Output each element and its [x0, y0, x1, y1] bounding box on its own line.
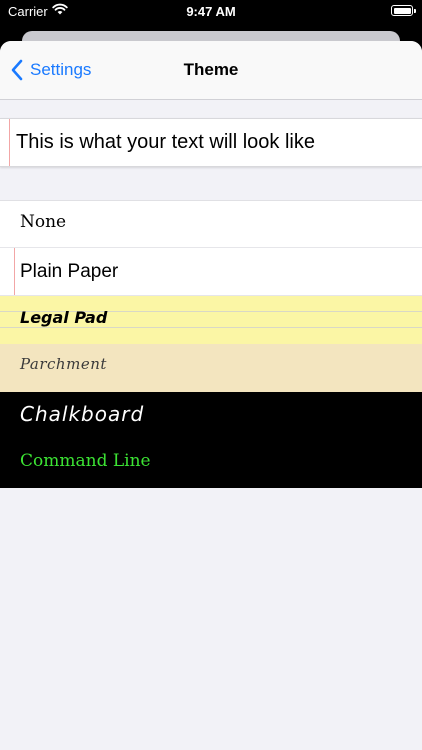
- theme-option-plain-paper[interactable]: Plain Paper: [0, 248, 422, 296]
- battery-icon: [391, 5, 416, 16]
- theme-list: None Plain Paper Legal Pad Parchment Cha…: [0, 200, 422, 488]
- page-title: Theme: [183, 60, 239, 79]
- theme-option-chalkboard[interactable]: Chalkboard: [0, 392, 422, 440]
- theme-option-command-line[interactable]: Command Line: [0, 440, 422, 488]
- theme-preview: This is what your text will look like: [0, 118, 422, 167]
- margin-line: [9, 119, 10, 166]
- clock: 9:47 AM: [186, 4, 236, 19]
- theme-option-none[interactable]: None: [0, 200, 422, 248]
- margin-line: [14, 248, 15, 295]
- theme-option-label: None: [20, 212, 67, 232]
- theme-sheet: Settings Theme This is what your text wi…: [0, 41, 422, 750]
- theme-option-label: Command Line: [20, 451, 151, 471]
- theme-option-legal-pad[interactable]: Legal Pad: [0, 296, 422, 344]
- navigation-bar: Settings Theme: [0, 41, 422, 100]
- theme-option-label: Chalkboard: [20, 402, 145, 426]
- theme-option-label: Legal Pad: [20, 308, 108, 327]
- status-bar: Carrier 9:47 AM: [0, 0, 422, 24]
- preview-text: This is what your text will look like: [16, 131, 315, 153]
- theme-option-label: Plain Paper: [20, 261, 119, 282]
- ruled-line: [0, 327, 422, 328]
- theme-option-parchment[interactable]: Parchment: [0, 344, 422, 392]
- theme-option-label: Parchment: [20, 355, 107, 373]
